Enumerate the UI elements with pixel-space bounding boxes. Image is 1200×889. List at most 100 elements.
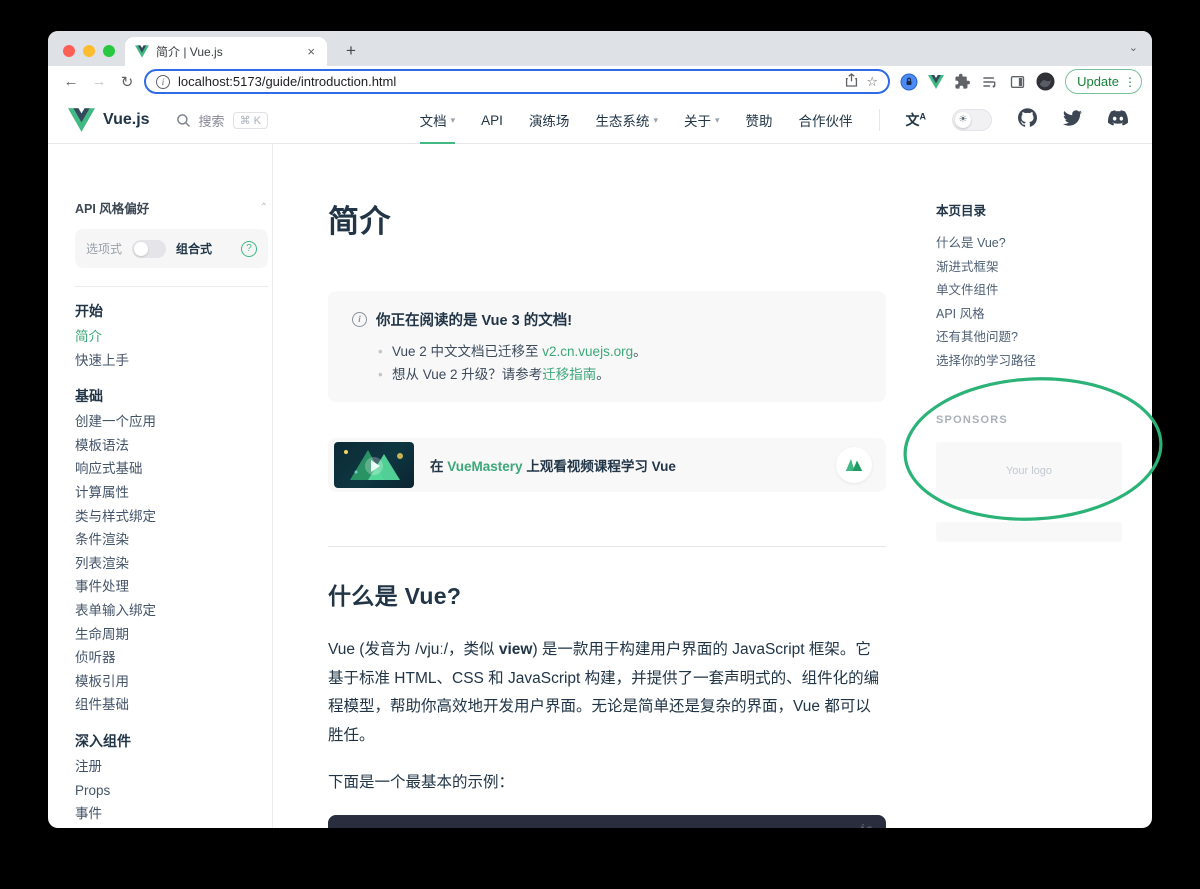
sidebar-item[interactable]: 表单输入绑定	[75, 599, 267, 623]
twitter-icon[interactable]	[1063, 110, 1082, 131]
sidebar-item[interactable]: 创建一个应用	[75, 410, 267, 434]
toc-item[interactable]: 还有其他问题?	[936, 326, 1130, 350]
nav-item[interactable]: API	[481, 97, 503, 144]
sponsor-placeholder-box[interactable]: Your logo	[936, 442, 1122, 499]
new-tab-button[interactable]: +	[339, 41, 363, 61]
sidebar-group-title: 深入组件	[75, 729, 267, 753]
info-callout: i 你正在阅读的是 Vue 3 的文档! Vue 2 中文文档已迁移至 v2.c…	[328, 291, 886, 402]
sponsor-placeholder-box-2[interactable]	[936, 522, 1122, 542]
search-shortcut-badge: ⌘ K	[233, 112, 268, 129]
nav-item[interactable]: 演练场	[529, 97, 570, 144]
browser-tab[interactable]: 简介 | Vue.js ×	[125, 37, 327, 66]
address-bar[interactable]: i localhost:5173/guide/introduction.html…	[144, 69, 890, 94]
playlist-extension-icon[interactable]	[981, 74, 999, 90]
intro-paragraph: Vue (发音为 /vjuː/，类似 view) 是一款用于构建用户界面的 Ja…	[328, 636, 886, 750]
sidebar-item[interactable]: 模板语法	[75, 434, 267, 458]
reload-button[interactable]: ↻	[116, 73, 138, 91]
translate-icon[interactable]: 文A	[906, 110, 927, 130]
vue-favicon-icon	[135, 45, 149, 58]
browser-window: 简介 | Vue.js × + ⌄ ← → ↻ i localhost:5173…	[48, 31, 1152, 828]
side-panel-icon[interactable]	[1009, 74, 1026, 90]
options-api-label[interactable]: 选项式	[86, 240, 122, 257]
vuemastery-banner[interactable]: 在 VueMastery 上观看视频课程学习 Vue	[328, 438, 886, 492]
sidebar-item[interactable]: 计算属性	[75, 481, 267, 505]
info-bullet: Vue 2 中文文档已迁移至 v2.cn.vuejs.org。	[378, 340, 862, 363]
toc-item[interactable]: API 风格	[936, 303, 1130, 327]
video-thumbnail[interactable]	[334, 442, 414, 488]
sidebar-group: 基础创建一个应用模板语法响应式基础计算属性类与样式绑定条件渲染列表渲染事件处理表…	[75, 384, 267, 717]
sidebar-item[interactable]: 列表渲染	[75, 552, 267, 576]
browser-menu-kebab-icon[interactable]: ⋮	[1124, 75, 1136, 89]
page-body: API 风格偏好 ⌃ 选项式 组合式 ? 开始简介快速上手基础创建一个应用模板语…	[48, 144, 1152, 828]
profile-avatar[interactable]	[1036, 72, 1055, 91]
back-button[interactable]: ←	[60, 73, 82, 90]
discord-icon[interactable]	[1108, 110, 1128, 131]
extensions-puzzle-icon[interactable]	[954, 73, 971, 90]
vue-logo-icon	[68, 108, 95, 132]
sidebar-item[interactable]: 侦听器	[75, 646, 267, 670]
sidebar-divider	[75, 286, 268, 287]
collapse-chevron-icon[interactable]: ⌃	[260, 202, 268, 213]
toc-item[interactable]: 选择你的学习路径	[936, 350, 1130, 374]
share-icon[interactable]	[845, 73, 858, 90]
theme-toggle[interactable]: ☀	[952, 109, 992, 131]
github-icon[interactable]	[1018, 108, 1037, 132]
info-icon: i	[352, 312, 367, 327]
chevron-down-icon: ▾	[715, 115, 720, 126]
adblock-extension-icon[interactable]	[900, 73, 918, 91]
sidebar-group: 开始简介快速上手	[75, 299, 267, 372]
vuemastery-link[interactable]: VueMastery	[447, 459, 522, 474]
screenshot-stage: 简介 | Vue.js × + ⌄ ← → ↻ i localhost:5173…	[0, 0, 1200, 889]
sidebar-item[interactable]: 生命周期	[75, 623, 267, 647]
composition-api-label[interactable]: 组合式	[176, 240, 212, 257]
nav-item[interactable]: 合作伙伴	[799, 97, 853, 144]
url-text[interactable]: localhost:5173/guide/introduction.html	[178, 74, 837, 89]
nav-item[interactable]: 赞助	[746, 97, 773, 144]
sidebar-item[interactable]: 模板引用	[75, 670, 267, 694]
sidebar-item[interactable]: 事件处理	[75, 575, 267, 599]
api-style-toggle[interactable]	[132, 240, 166, 258]
forward-button[interactable]: →	[88, 73, 110, 90]
site-brand[interactable]: Vue.js	[68, 108, 150, 132]
bookmark-star-icon[interactable]: ☆	[866, 74, 878, 90]
search-button[interactable]: 搜索 ⌘ K	[176, 111, 268, 130]
nav-item[interactable]: 文档▾	[420, 97, 456, 144]
nav-item[interactable]: 关于▾	[684, 97, 720, 144]
sidebar-item[interactable]: 事件	[75, 802, 267, 826]
sidebar-item[interactable]: 组件基础	[75, 693, 267, 717]
sidebar-item[interactable]: 响应式基础	[75, 457, 267, 481]
nav-item[interactable]: 生态系统▾	[595, 97, 658, 144]
toc-item[interactable]: 渐进式框架	[936, 256, 1130, 280]
sidebar-item[interactable]: 透传 Attributes	[75, 826, 267, 828]
sidebar-item[interactable]: 类与样式绑定	[75, 505, 267, 529]
tab-search-chevron-icon[interactable]: ⌄	[1129, 41, 1138, 54]
site-navbar: Vue.js 搜索 ⌘ K 文档▾ API 演练场生态系统▾ 关于▾ 赞助合作伙伴 文A…	[48, 97, 1152, 144]
inline-link[interactable]: v2.cn.vuejs.org	[542, 344, 633, 359]
help-icon[interactable]: ?	[241, 241, 257, 257]
close-window-button[interactable]	[63, 45, 75, 57]
search-label: 搜索	[199, 111, 225, 130]
site-info-icon[interactable]: i	[156, 75, 170, 89]
minimize-window-button[interactable]	[83, 45, 95, 57]
chrome-update-button[interactable]: Update ⋮	[1065, 69, 1142, 94]
api-preference-title: API 风格偏好	[75, 198, 149, 217]
code-content[interactable]: import { createApp } from 'vue' createAp…	[328, 815, 886, 828]
example-lead-paragraph: 下面是一个最基本的示例：	[328, 770, 886, 792]
vue-devtools-extension-icon[interactable]	[928, 75, 944, 89]
sidebar-item[interactable]: Props	[75, 779, 267, 803]
sidebar-item[interactable]: 注册	[75, 755, 267, 779]
sidebar-item[interactable]: 简介	[75, 325, 267, 349]
sidebar-item[interactable]: 条件渲染	[75, 528, 267, 552]
browser-toolbar: ← → ↻ i localhost:5173/guide/introductio…	[48, 66, 1152, 97]
nav-divider	[879, 109, 880, 131]
page-title: 简介	[328, 196, 886, 241]
toc-item[interactable]: 什么是 Vue?	[936, 232, 1130, 256]
zoom-window-button[interactable]	[103, 45, 115, 57]
sidebar-item[interactable]: 快速上手	[75, 349, 267, 373]
tab-close-icon[interactable]: ×	[305, 44, 317, 59]
toc-item[interactable]: 单文件组件	[936, 279, 1130, 303]
chevron-down-icon: ▾	[451, 115, 456, 126]
extensions-area	[900, 72, 1055, 91]
sidebar-group-title: 基础	[75, 384, 267, 408]
inline-link[interactable]: 迁移指南	[542, 367, 596, 382]
